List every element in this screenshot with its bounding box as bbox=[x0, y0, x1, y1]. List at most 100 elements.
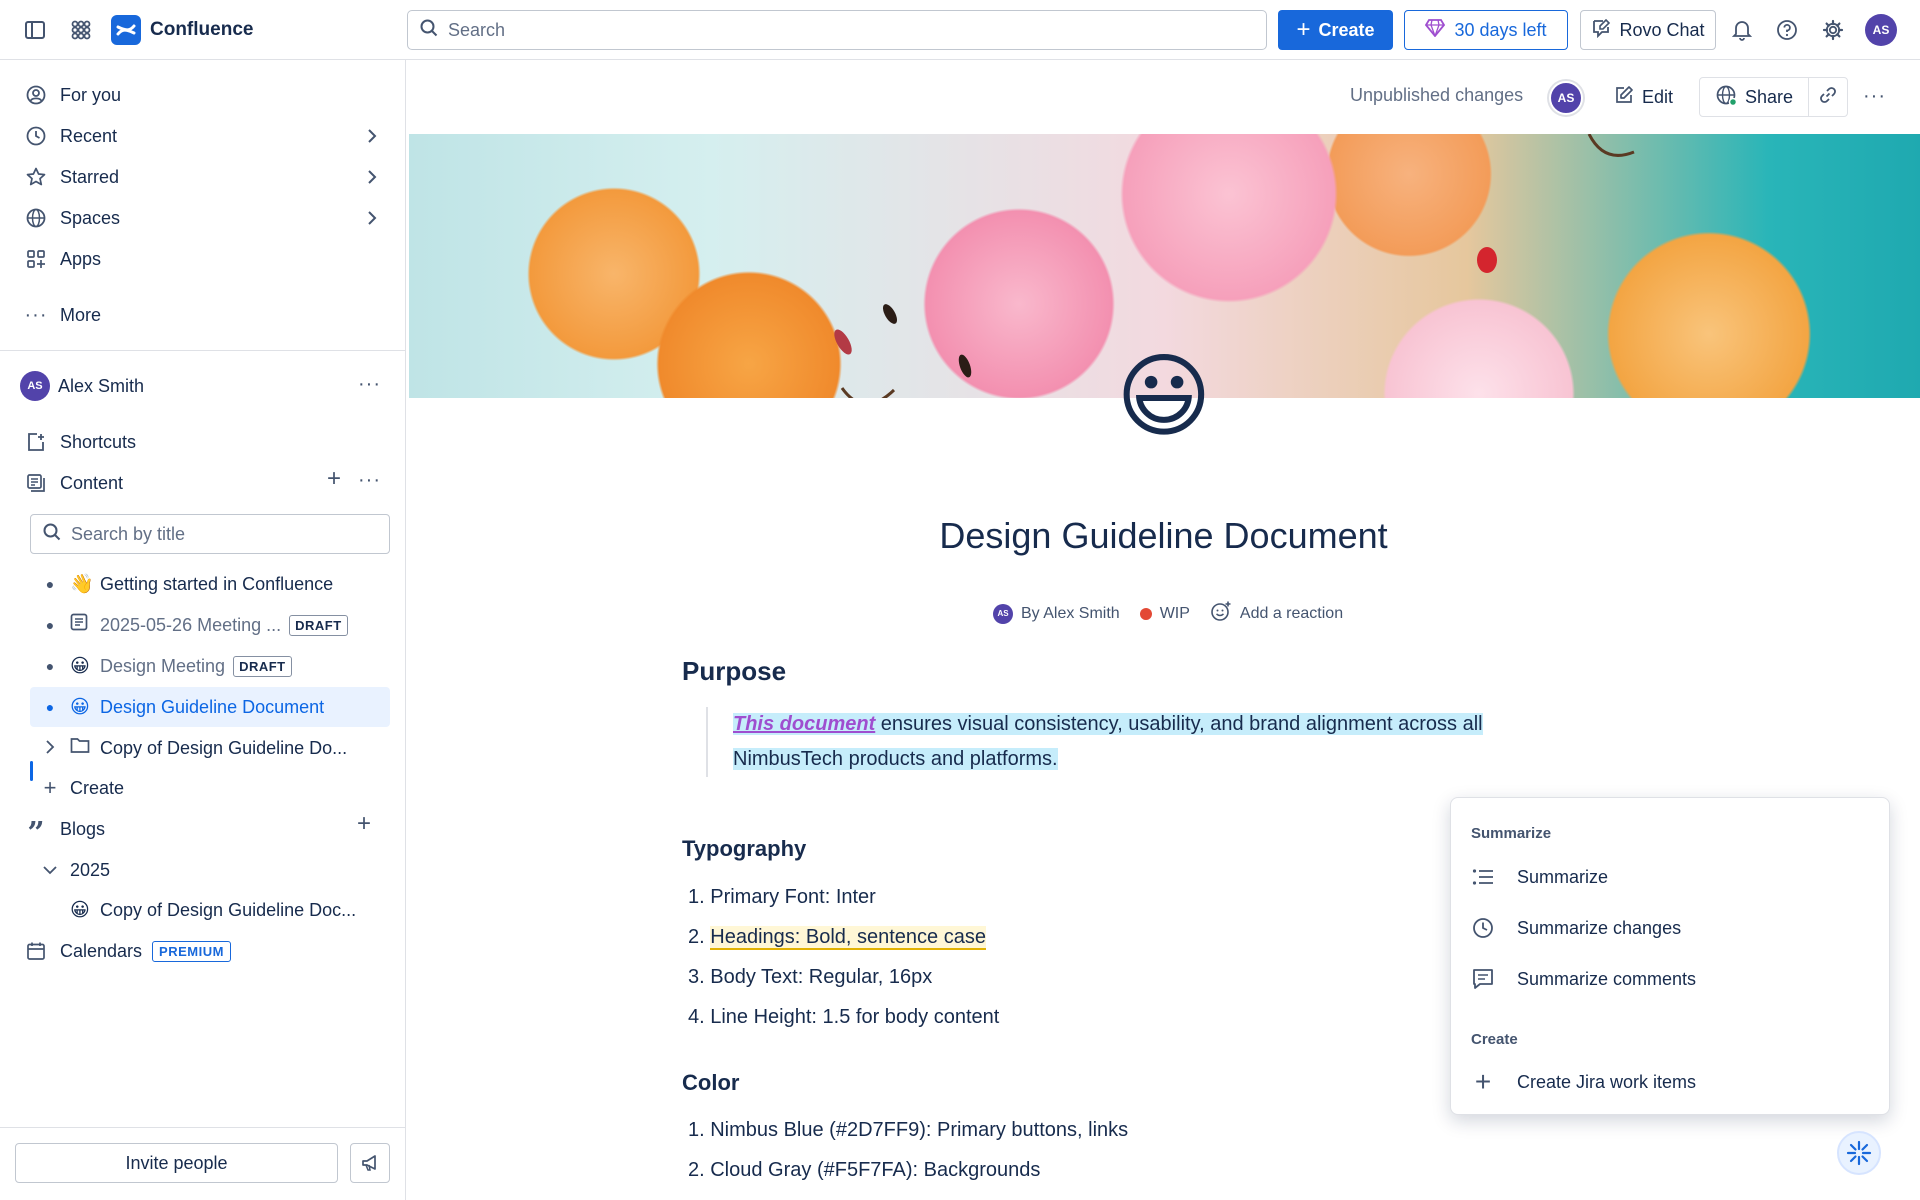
smile-emoji-icon: 😀 bbox=[70, 655, 90, 677]
sidebar-item-calendars[interactable]: Calendars PREMIUM bbox=[24, 933, 384, 969]
tree-item-design-meeting[interactable]: ● 😀 Design Meeting DRAFT bbox=[30, 646, 390, 686]
sidebar-item-starred[interactable]: Starred bbox=[24, 159, 384, 195]
typography-list: 1. Primary Font: Inter 2. Headings: Bold… bbox=[688, 877, 999, 1037]
clock-icon bbox=[24, 124, 48, 148]
summarize-changes-label: Summarize changes bbox=[1517, 917, 1682, 938]
feedback-megaphone-icon[interactable] bbox=[350, 1143, 390, 1183]
tree-create-button[interactable]: + Create bbox=[30, 768, 390, 808]
settings-gear-icon[interactable] bbox=[1817, 14, 1849, 46]
blog-year-label: 2025 bbox=[70, 859, 111, 880]
add-content-icon[interactable]: + bbox=[327, 465, 341, 493]
globe-icon bbox=[24, 206, 48, 230]
color-list: 1. Nimbus Blue (#2D7FF9): Primary button… bbox=[688, 1110, 1128, 1190]
create-jira-item[interactable]: + Create Jira work items bbox=[1471, 1062, 1871, 1102]
chat-edit-icon bbox=[1591, 18, 1611, 43]
bullet-icon: ● bbox=[45, 699, 55, 715]
summarize-comments-label: Summarize comments bbox=[1517, 968, 1697, 989]
sidebar-item-label: Recent bbox=[60, 125, 118, 146]
user-more-icon[interactable]: ··· bbox=[358, 373, 381, 396]
sidebar-item-spaces[interactable]: Spaces bbox=[24, 200, 384, 236]
chevron-right-icon[interactable] bbox=[360, 206, 384, 230]
sidebar-item-apps[interactable]: Apps bbox=[24, 241, 384, 277]
purpose-quote: This document ensures visual consistency… bbox=[706, 707, 1586, 777]
status-badge[interactable]: WIP bbox=[1160, 605, 1190, 623]
chevron-right-icon[interactable] bbox=[30, 739, 70, 757]
content-more-icon[interactable]: ··· bbox=[358, 469, 381, 492]
draft-badge: DRAFT bbox=[289, 614, 348, 636]
quote-icon: ” bbox=[27, 816, 45, 851]
help-icon[interactable] bbox=[1771, 14, 1803, 46]
rovo-label: Rovo Chat bbox=[1619, 19, 1705, 40]
calendar-icon bbox=[24, 939, 48, 963]
apps-grid-icon bbox=[24, 247, 48, 271]
search-input[interactable]: Search bbox=[407, 10, 1267, 50]
chevron-down-icon[interactable] bbox=[30, 862, 70, 878]
sidebar-item-recent[interactable]: Recent bbox=[24, 118, 384, 154]
globe-icon bbox=[1715, 84, 1738, 111]
sidebar-item-more[interactable]: ··· More bbox=[24, 297, 384, 333]
top-bar: Confluence Search + Create 30 days left … bbox=[0, 0, 1920, 60]
list-item: 1. Primary Font: Inter bbox=[688, 886, 876, 908]
blog-item-copy[interactable]: 😀 Copy of Design Guideline Doc... bbox=[70, 890, 390, 930]
add-reaction-label[interactable]: Add a reaction bbox=[1240, 605, 1343, 623]
sidebar: For you Recent Starred Spaces Apps ··· M… bbox=[0, 60, 406, 1200]
tree-item-meeting[interactable]: ● 2025-05-26 Meeting ... DRAFT bbox=[30, 605, 390, 645]
sidebar-item-blogs[interactable]: ” Blogs bbox=[24, 811, 384, 851]
blog-year-2025[interactable]: 2025 bbox=[30, 850, 390, 890]
edit-button[interactable]: Edit bbox=[1614, 77, 1673, 117]
tree-item-design-guideline[interactable]: ● 😀 Design Guideline Document bbox=[30, 687, 390, 727]
purpose-text-line1: ensures visual consistency, usability, a… bbox=[875, 713, 1483, 735]
list-item: 2. Cloud Gray (#F5F7FA): Backgrounds bbox=[688, 1159, 1041, 1181]
user-avatar[interactable]: AS bbox=[1865, 14, 1897, 46]
tree-item-label: Copy of Design Guideline Do... bbox=[100, 737, 348, 758]
page-icon bbox=[70, 613, 100, 637]
sidebar-item-shortcuts[interactable]: Shortcuts bbox=[24, 424, 384, 460]
confluence-logo-icon bbox=[111, 15, 141, 45]
unpublished-changes: Unpublished changes bbox=[1350, 85, 1524, 105]
app-switcher-icon[interactable] bbox=[65, 14, 97, 46]
sidebar-toggle-icon[interactable] bbox=[19, 14, 51, 46]
create-button[interactable]: + Create bbox=[1278, 10, 1393, 50]
smile-emoji-icon: 😀 bbox=[70, 696, 90, 718]
sidebar-item-label: Apps bbox=[60, 248, 102, 269]
collaborator-avatar[interactable]: AS bbox=[1549, 81, 1583, 115]
sidebar-item-label: Starred bbox=[60, 166, 120, 187]
premium-badge: PREMIUM bbox=[152, 940, 231, 962]
notifications-bell-icon[interactable] bbox=[1726, 14, 1758, 46]
chevron-right-icon[interactable] bbox=[360, 165, 384, 189]
summarize-changes-item[interactable]: Summarize changes bbox=[1471, 908, 1871, 948]
copy-link-button[interactable] bbox=[1808, 77, 1848, 117]
rovo-chat-button[interactable]: Rovo Chat bbox=[1580, 10, 1716, 50]
author-name[interactable]: By Alex Smith bbox=[1021, 605, 1120, 623]
create-jira-label: Create Jira work items bbox=[1517, 1071, 1697, 1092]
search-by-title-input[interactable]: Search by title bbox=[30, 514, 390, 554]
bullet-icon: ● bbox=[45, 617, 55, 633]
add-blog-icon[interactable]: + bbox=[357, 810, 371, 838]
edit-label: Edit bbox=[1642, 86, 1674, 107]
page-emoji-icon[interactable]: 😃 bbox=[1112, 345, 1216, 449]
sidebar-item-label: Shortcuts bbox=[60, 431, 137, 452]
sidebar-user[interactable]: AS Alex Smith bbox=[20, 368, 380, 404]
page-toolbar: Unpublished changes AS Edit Share ··· bbox=[407, 61, 1920, 134]
create-label: Create bbox=[1318, 19, 1375, 40]
summarize-comments-item[interactable]: Summarize comments bbox=[1471, 959, 1871, 999]
sidebar-item-label: Blogs bbox=[60, 818, 106, 839]
chevron-right-icon[interactable] bbox=[360, 124, 384, 148]
trial-button[interactable]: 30 days left bbox=[1404, 10, 1568, 50]
draft-badge: DRAFT bbox=[233, 655, 292, 677]
summarize-item[interactable]: Summarize bbox=[1471, 857, 1871, 897]
tree-item-getting-started[interactable]: ● 👋 Getting started in Confluence bbox=[30, 564, 390, 604]
shortcut-icon bbox=[24, 430, 48, 454]
invite-people-button[interactable]: Invite people bbox=[15, 1143, 338, 1183]
share-button[interactable]: Share bbox=[1699, 77, 1809, 117]
sidebar-divider bbox=[0, 350, 405, 351]
confluence-logo[interactable]: Confluence bbox=[111, 15, 253, 45]
page-more-icon[interactable]: ··· bbox=[1863, 85, 1886, 108]
list-item: 3. Body Text: Regular, 16px bbox=[688, 966, 933, 988]
add-reaction-icon[interactable] bbox=[1210, 600, 1232, 627]
rovo-ai-icon[interactable] bbox=[1837, 1131, 1881, 1175]
tree-item-copy-folder[interactable]: Copy of Design Guideline Do... bbox=[30, 728, 390, 768]
document-link[interactable]: This document bbox=[733, 713, 875, 735]
highlighted-text[interactable]: Headings: Bold, sentence case bbox=[710, 926, 986, 950]
sidebar-item-for-you[interactable]: For you bbox=[24, 77, 384, 113]
